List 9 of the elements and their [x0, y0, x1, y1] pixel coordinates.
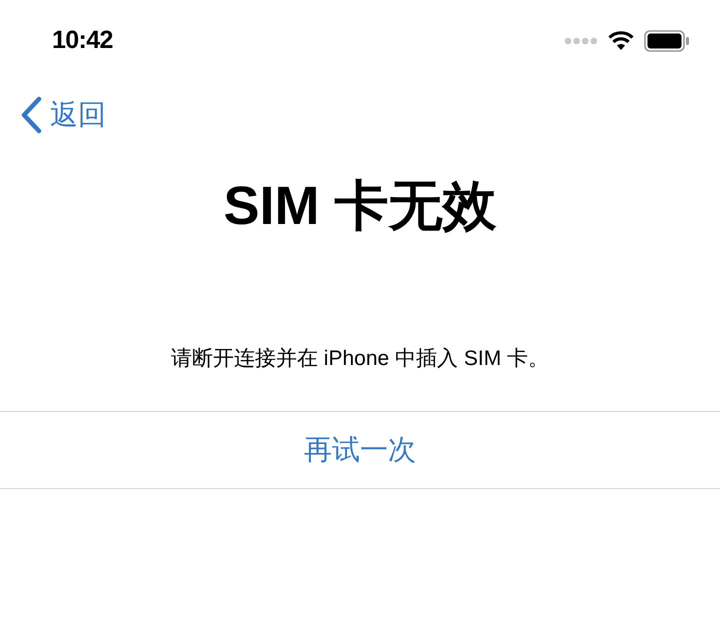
chevron-left-icon — [20, 96, 42, 134]
signal-icon — [564, 37, 598, 45]
page-title: SIM 卡无效 — [223, 175, 496, 238]
status-time: 10:42 — [52, 25, 113, 56]
wifi-icon — [608, 31, 634, 51]
back-button[interactable]: 返回 — [20, 94, 106, 136]
retry-button[interactable]: 再试一次 — [304, 428, 416, 470]
message-text: 请断开连接并在 iPhone 中插入 SIM 卡。 — [170, 346, 550, 372]
battery-icon — [644, 30, 690, 52]
